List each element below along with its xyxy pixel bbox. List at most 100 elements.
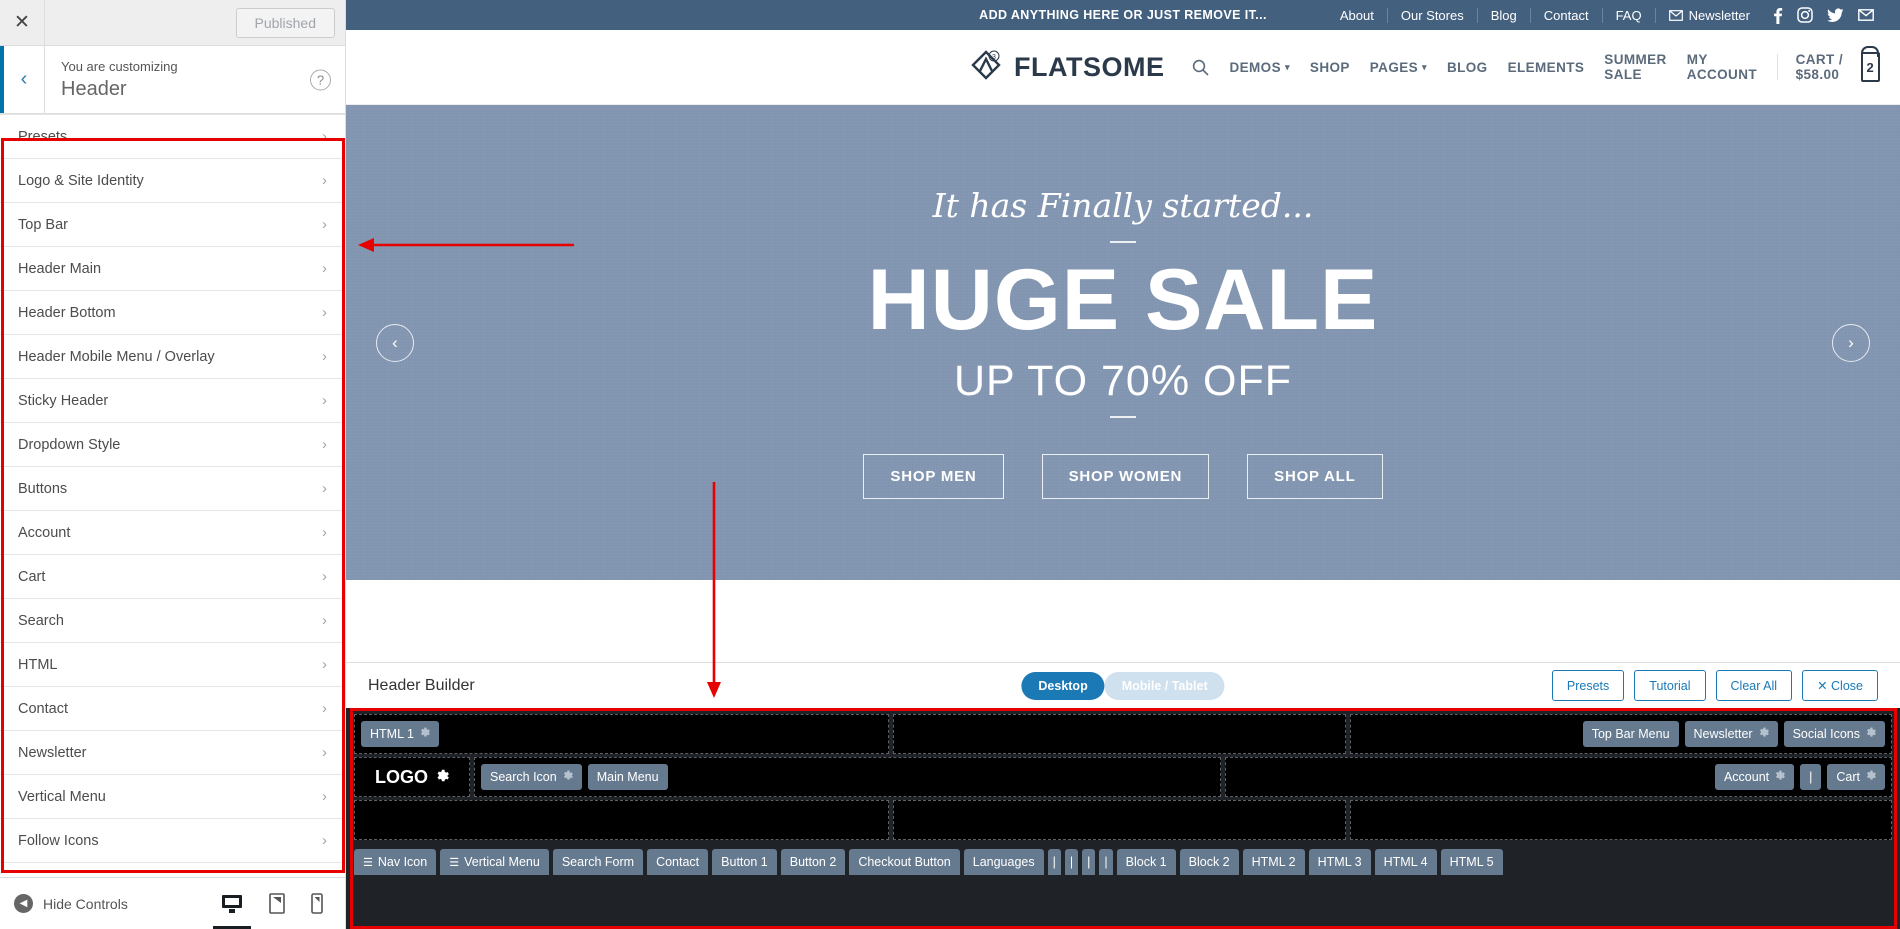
sidebar-item-search[interactable]: Search › [0,599,345,643]
top-bar-link-blog[interactable]: Blog [1478,7,1531,23]
hide-controls-button[interactable]: ◀ Hide Controls [14,894,128,913]
presets-button[interactable]: Presets [1551,670,1625,701]
nav-item-summer-sale[interactable]: SUMMER SALE [1604,52,1666,82]
tray-chip-block-2[interactable]: Block 2 [1179,849,1239,875]
twitter-icon[interactable] [1827,8,1844,23]
sidebar-item-sticky-header[interactable]: Sticky Header › [0,379,345,423]
builder-cell[interactable] [354,800,889,840]
help-icon[interactable]: ? [310,69,331,90]
sidebar-item-header-mobile-menu-overlay[interactable]: Header Mobile Menu / Overlay › [0,335,345,379]
sidebar-item-top-bar[interactable]: Top Bar › [0,203,345,247]
gear-icon[interactable] [562,770,573,784]
tray-chip-search-form[interactable]: Search Form [552,849,644,875]
gear-icon[interactable] [419,727,430,741]
sidebar-item-dropdown-style[interactable]: Dropdown Style › [0,423,345,467]
gear-icon[interactable] [1865,770,1876,784]
toggle-mobile-tablet[interactable]: Mobile / Tablet [1104,671,1225,700]
top-bar-link-faq[interactable]: FAQ [1603,7,1656,23]
builder-cell[interactable]: Account | Cart [1224,757,1892,797]
close-icon[interactable]: ✕ [0,0,45,45]
gear-icon[interactable] [1865,727,1876,741]
sidebar-item-cart[interactable]: Cart › [0,555,345,599]
nav-item-demos[interactable]: DEMOS ▾ [1229,60,1289,75]
envelope-icon[interactable] [1858,9,1874,21]
chevron-right-icon[interactable]: › [1832,323,1870,362]
top-bar-link-contact[interactable]: Contact [1531,7,1603,23]
sidebar-item-presets[interactable]: Presets › [0,115,345,159]
cart-link[interactable]: CART / $58.00 2 [1778,52,1884,82]
tray-chip-languages[interactable]: Languages [963,849,1044,875]
mobile-icon[interactable] [311,893,323,914]
builder-chip-cart[interactable]: Cart [1827,764,1885,790]
publish-button[interactable]: Published [235,7,335,38]
builder-cell[interactable] [892,714,1346,754]
gear-icon[interactable] [1758,727,1769,741]
facebook-icon[interactable] [1773,7,1783,24]
tray-chip-contact[interactable]: Contact [647,849,709,875]
tray-chip-divider-9[interactable]: | [1064,849,1079,875]
tray-chip-html-3[interactable]: HTML 3 [1308,849,1371,875]
nav-item-elements[interactable]: ELEMENTS [1508,60,1585,75]
builder-chip-newsletter[interactable]: Newsletter [1684,721,1778,747]
sidebar-item-buttons[interactable]: Buttons › [0,467,345,511]
builder-chip-[interactable]: | [1800,764,1822,790]
builder-chip-html-1[interactable]: HTML 1 [361,721,439,747]
tablet-icon[interactable] [269,893,285,914]
top-bar-link-about[interactable]: About [1327,7,1388,23]
sidebar-item-header-main[interactable]: Header Main › [0,247,345,291]
sidebar-item-newsletter[interactable]: Newsletter › [0,731,345,775]
builder-cell[interactable]: Top Bar Menu Newsletter Social Icons [1349,714,1892,754]
nav-item-pages[interactable]: PAGES ▾ [1370,60,1427,75]
my-account-link[interactable]: MY ACCOUNT [1667,52,1777,82]
builder-chip-account[interactable]: Account [1714,764,1795,790]
sidebar-item-contact[interactable]: Contact › [0,687,345,731]
builder-cell[interactable] [892,800,1346,840]
builder-chip-top-bar-menu[interactable]: Top Bar Menu [1582,721,1679,747]
tray-chip-block-1[interactable]: Block 1 [1116,849,1176,875]
sidebar-item-account[interactable]: Account › [0,511,345,555]
sidebar-item-follow-icons[interactable]: Follow Icons › [0,819,345,863]
builder-chip-social-icons[interactable]: Social Icons [1783,721,1885,747]
tray-chip-html-2[interactable]: HTML 2 [1242,849,1305,875]
desktop-icon[interactable] [221,894,243,914]
hero-button-shop-men[interactable]: SHOP MEN [863,454,1004,499]
hero-button-shop-women[interactable]: SHOP WOMEN [1041,454,1210,499]
tray-chip-html-4[interactable]: HTML 4 [1374,849,1437,875]
nav-item-shop[interactable]: SHOP [1310,60,1350,75]
tray-chip-vertical-menu[interactable]: ☰ Vertical Menu [440,849,549,875]
tray-chip-html-5[interactable]: HTML 5 [1440,849,1503,875]
gear-icon[interactable] [435,767,449,788]
gear-icon[interactable] [1774,770,1786,784]
tray-chip-button-2[interactable]: Button 2 [780,849,846,875]
builder-cell[interactable]: Search Icon Main Menu [474,757,1221,797]
hero-button-shop-all[interactable]: SHOP ALL [1247,454,1383,499]
tray-chip-checkout-button[interactable]: Checkout Button [849,849,960,875]
sidebar-item-vertical-menu[interactable]: Vertical Menu › [0,775,345,819]
nav-item-blog[interactable]: BLOG [1447,60,1488,75]
tray-chip-divider-11[interactable]: | [1099,849,1113,875]
sidebar-item-header-bottom[interactable]: Header Bottom › [0,291,345,335]
chevron-left-icon[interactable]: ‹ [0,46,45,113]
clear-all-button[interactable]: Clear All [1715,670,1793,701]
builder-cell[interactable]: HTML 1 [354,714,889,754]
toggle-desktop[interactable]: Desktop [1021,671,1105,700]
logo-element-chip[interactable]: LOGO [361,767,463,788]
sidebar-item-html[interactable]: HTML › [0,643,345,687]
newsletter-link[interactable]: Newsletter [1656,8,1763,23]
tray-chip-nav-icon[interactable]: ☰ Nav Icon [354,849,437,875]
tray-chip-divider-10[interactable]: | [1082,849,1096,875]
tray-chip-divider-8[interactable]: | [1047,849,1061,875]
builder-chip-search-icon[interactable]: Search Icon [481,764,582,790]
sidebar-item-logo-site-identity[interactable]: Logo & Site Identity › [0,159,345,203]
top-bar-link-our-stores[interactable]: Our Stores [1388,7,1478,23]
tray-chip-button-1[interactable]: Button 1 [712,849,777,875]
chevron-left-icon[interactable]: ‹ [376,323,414,362]
instagram-icon[interactable] [1797,7,1813,23]
builder-chip-main-menu[interactable]: Main Menu [587,764,668,790]
tutorial-button[interactable]: Tutorial [1634,670,1706,701]
close-button[interactable]: ✕ Close [1802,670,1878,701]
site-logo[interactable]: 3 FLATSOME [966,47,1164,87]
search-icon[interactable] [1192,59,1210,76]
builder-logo-cell[interactable]: LOGO [354,757,470,797]
builder-cell[interactable] [1349,800,1892,840]
